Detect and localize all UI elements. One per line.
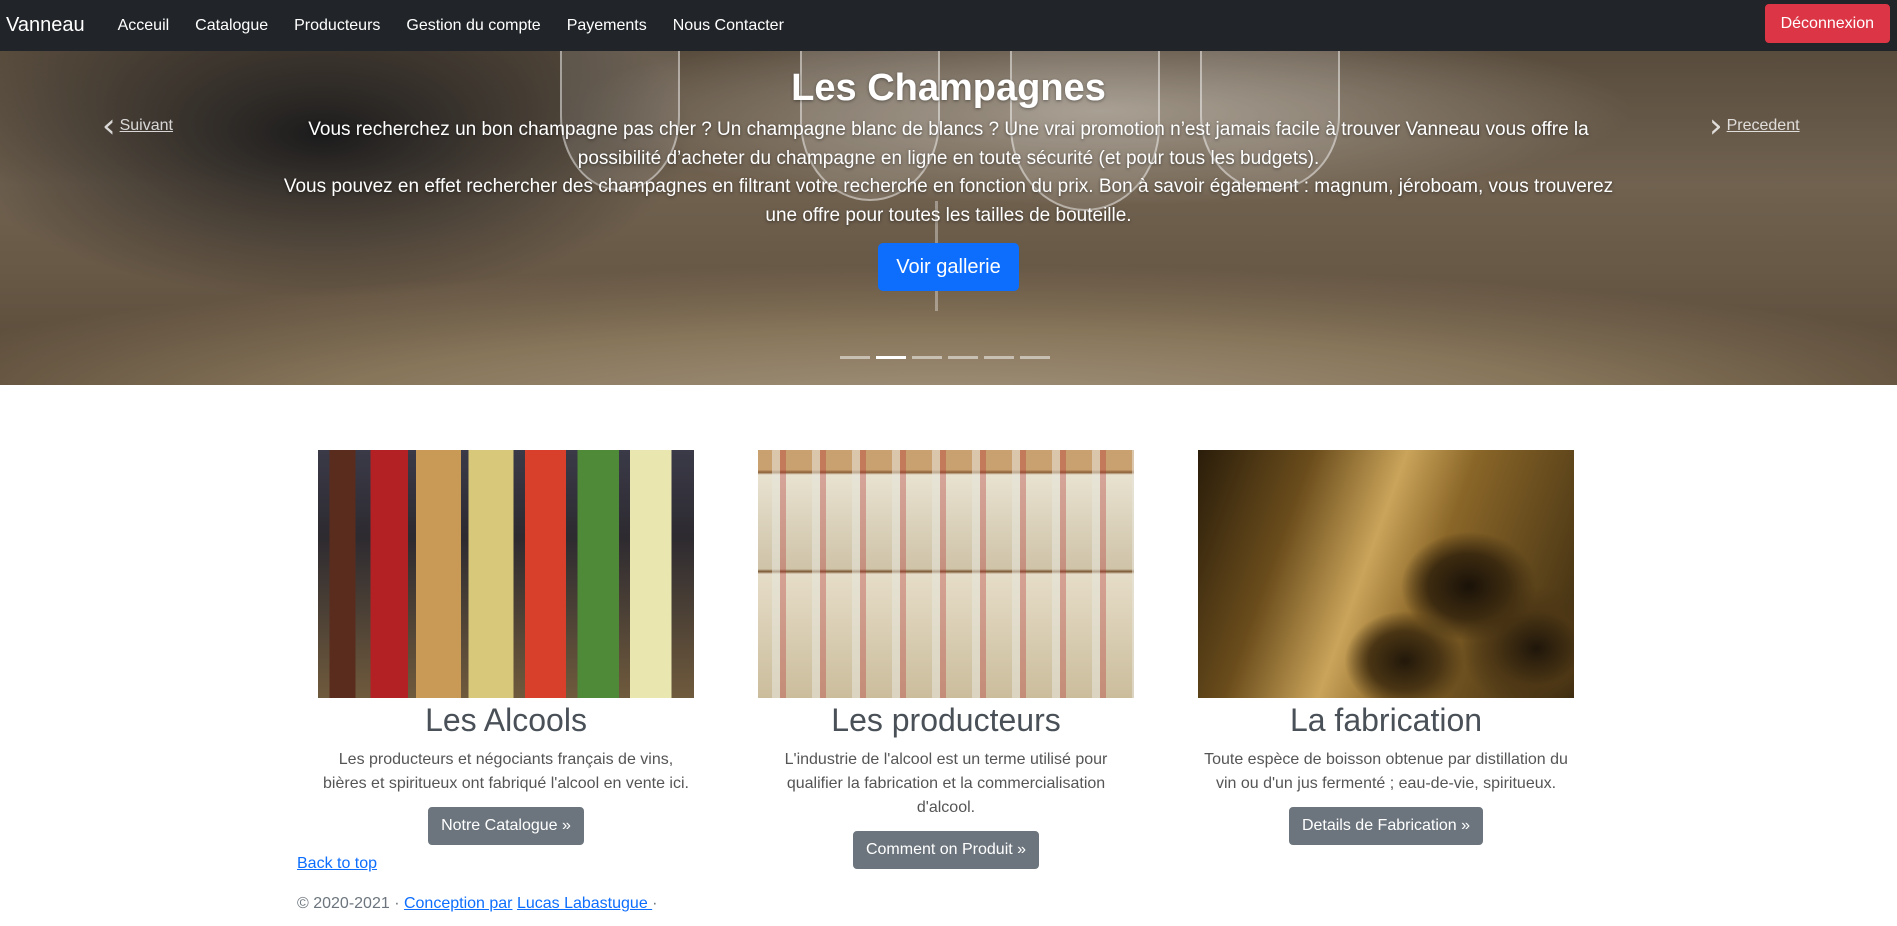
carousel-indicator[interactable] [984, 356, 1014, 359]
carousel-prev-label: Suivant [119, 117, 173, 134]
logout-button[interactable]: Déconnexion [1764, 4, 1890, 43]
carousel-indicator[interactable] [912, 356, 942, 359]
carousel-indicators [840, 356, 1050, 359]
footer-trailing: · [652, 895, 658, 912]
alcools-image [318, 450, 694, 698]
chevron-right-icon: › [1709, 106, 1723, 146]
card-text: Les producteurs et négociants français d… [323, 751, 689, 792]
card-text: L'industrie de l'alcool est un terme uti… [784, 751, 1108, 816]
voir-gallerie-button[interactable]: Voir gallerie [878, 243, 1019, 291]
carousel-next-label: Precedent [1726, 117, 1800, 134]
details-de-fabrication-button[interactable]: Details de Fabrication » [1288, 807, 1484, 845]
nav-link-producteurs[interactable]: Producteurs [281, 0, 393, 51]
card-alcools: Les Alcools Les producteurs et négociant… [318, 450, 694, 845]
notre-catalogue-button[interactable]: Notre Catalogue » [428, 807, 584, 845]
card-producteurs: Les producteurs L'industrie de l'alcool … [758, 450, 1134, 869]
producteurs-image [758, 450, 1134, 698]
nav-link-catalogue[interactable]: Catalogue [182, 0, 281, 51]
card-title: Les Alcools [425, 702, 587, 738]
nav-link-gestion-du-compte[interactable]: Gestion du compte [393, 0, 553, 51]
nav-link-payements[interactable]: Payements [554, 0, 660, 51]
chevron-left-icon: ‹ [102, 106, 116, 146]
conception-link[interactable]: Conception par [404, 895, 513, 912]
carousel-indicator[interactable] [948, 356, 978, 359]
hero-caption: Les Champagnes Vous recherchez un bon ch… [260, 51, 1637, 291]
carousel-indicator[interactable] [876, 356, 906, 359]
card-title: La fabrication [1289, 702, 1483, 738]
comment-on-produit-button[interactable]: Comment on Produit » [852, 831, 1040, 869]
hero-paragraph-2: Vous pouvez en effet rechercher des cham… [283, 176, 1614, 226]
carousel-indicator[interactable] [1020, 356, 1050, 359]
footer: © 2020-2021 · Conception par Lucas Labas… [297, 895, 657, 913]
card-title: Les producteurs [831, 702, 1061, 738]
top-navbar: Vanneau Acceuil Catalogue Producteurs Ge… [0, 0, 1897, 51]
hero-title: Les Champagnes [791, 67, 1106, 109]
carousel-next-control[interactable]: › Precedent [1709, 106, 1804, 146]
fabrication-image [1198, 450, 1574, 698]
brand-logo[interactable]: Vanneau [0, 0, 85, 51]
author-link[interactable]: Lucas Labastugue [517, 895, 652, 912]
copyright-text: © 2020-2021 · [297, 895, 404, 912]
hero-carousel: ‹ Suivant Les Champagnes Vous recherchez… [0, 51, 1897, 385]
carousel-prev-control[interactable]: ‹ Suivant [102, 106, 177, 146]
card-text: Toute espèce de boisson obtenue par dist… [1204, 751, 1568, 792]
hero-paragraph-1: Vous recherchez un bon champagne pas che… [308, 119, 1589, 169]
carousel-indicator[interactable] [840, 356, 870, 359]
card-fabrication: La fabrication Toute espèce de boisson o… [1198, 450, 1574, 845]
nav-link-acceuil[interactable]: Acceuil [105, 0, 183, 51]
back-to-top-link[interactable]: Back to top [297, 855, 377, 873]
nav-link-nous-contacter[interactable]: Nous Contacter [660, 0, 797, 51]
nav-links: Acceuil Catalogue Producteurs Gestion du… [105, 0, 797, 51]
